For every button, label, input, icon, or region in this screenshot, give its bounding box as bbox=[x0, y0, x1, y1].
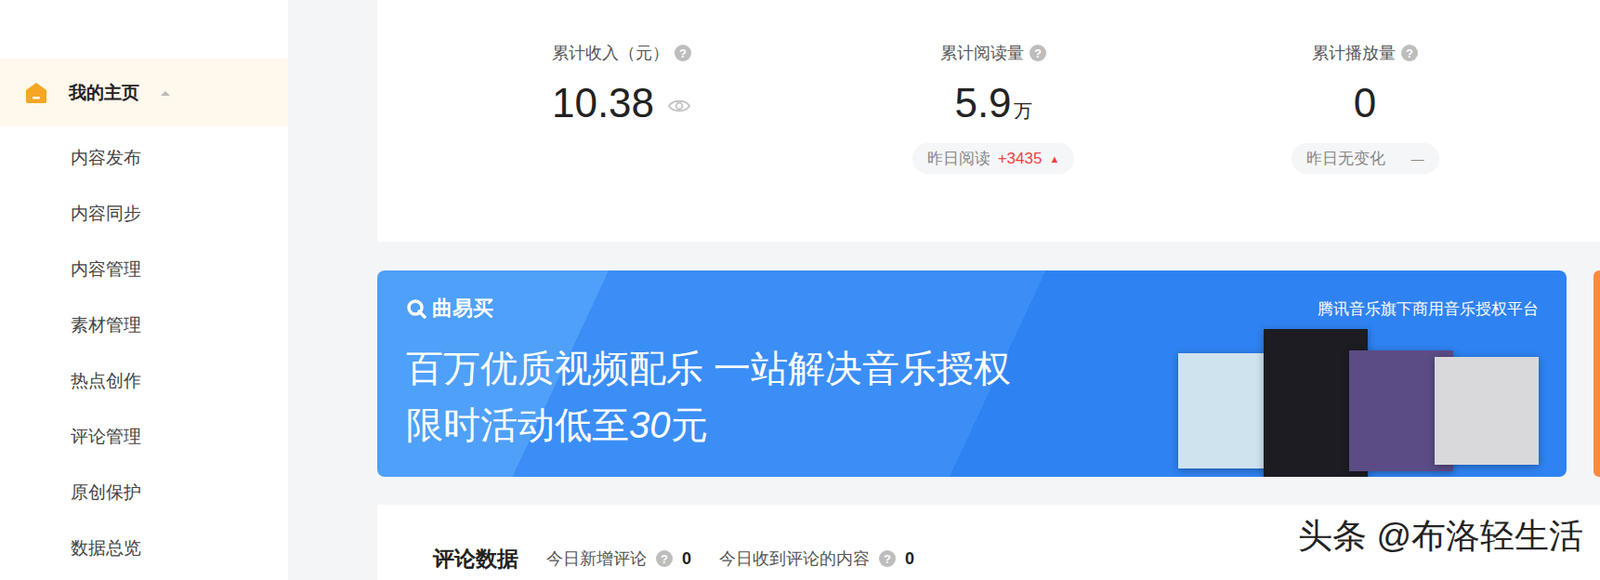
comment-title: 评论数据 bbox=[432, 544, 519, 574]
sidebar-item[interactable]: 内容同步 bbox=[0, 185, 289, 242]
sidebar-item[interactable]: 热点创作 bbox=[0, 353, 289, 409]
stat-value: 10.38 bbox=[551, 79, 692, 132]
banner-headline: 百万优质视频配乐 一站解决音乐授权 bbox=[406, 342, 1011, 394]
sidebar-item[interactable]: 内容管理 bbox=[0, 241, 289, 298]
promo-banner[interactable]: 曲易买百万优质视频配乐 一站解决音乐授权限时活动低至30元 腾讯音乐旗下商用音乐授… bbox=[377, 270, 1567, 477]
help-icon[interactable]: ? bbox=[878, 550, 896, 567]
help-icon[interactable]: ? bbox=[655, 550, 673, 567]
stats-card: 累计收入（元）? 10.38 累计阅读量? 5.9万昨日阅读+3435▲ 累计播放量? 0… bbox=[377, 0, 1600, 242]
home-icon bbox=[24, 80, 49, 105]
stat-badge: 昨日无变化— bbox=[1291, 143, 1440, 174]
help-icon[interactable]: ? bbox=[1401, 44, 1418, 62]
sidebar-label: 评论管理 bbox=[70, 424, 142, 449]
stat-value: 0 bbox=[1353, 79, 1377, 132]
brand-logo: 曲易买 bbox=[406, 294, 1011, 323]
watermark: 头条 @布洛轻生活 bbox=[1298, 512, 1584, 560]
comment-metric: 今日收到评论的内容?0 bbox=[719, 547, 915, 570]
sidebar-item[interactable]: 我的主页 bbox=[0, 58, 289, 127]
sidebar-label: 内容管理 bbox=[70, 257, 142, 282]
sidebar-item[interactable]: 数据总览 bbox=[0, 520, 289, 577]
sidebar-label: 原创保护 bbox=[70, 480, 142, 505]
stat-label: 累计播放量? bbox=[1311, 40, 1418, 66]
stat: 累计收入（元）? 10.38 bbox=[435, 40, 808, 242]
sidebar-item[interactable]: 素材管理 bbox=[0, 297, 289, 354]
comment-metric: 今日新增评论?0 bbox=[546, 547, 692, 570]
dashboard: 我的主页内容发布内容同步内容管理素材管理热点创作评论管理原创保护数据总览累计收入… bbox=[0, 0, 1600, 580]
banner-subline: 限时活动低至30元 bbox=[406, 399, 1011, 451]
album-cover bbox=[1434, 356, 1539, 465]
sidebar-label: 我的主页 bbox=[68, 80, 140, 105]
sidebar-item[interactable]: 内容发布 bbox=[0, 130, 289, 186]
stat-badge: 昨日阅读+3435▲ bbox=[912, 143, 1076, 174]
sidebar: 我的主页内容发布内容同步内容管理素材管理热点创作评论管理原创保护数据总览 bbox=[0, 0, 289, 580]
stat: 累计播放量? 0 昨日无变化— bbox=[1179, 40, 1551, 242]
sidebar-label: 内容同步 bbox=[70, 201, 142, 226]
sidebar-label: 热点创作 bbox=[70, 368, 142, 394]
sidebar-label: 数据总览 bbox=[70, 536, 142, 561]
help-icon[interactable]: ? bbox=[1029, 44, 1047, 62]
sidebar-label: 内容发布 bbox=[70, 145, 142, 171]
stat-label: 累计收入（元）? bbox=[551, 40, 692, 66]
banner-row: 曲易买百万优质视频配乐 一站解决音乐授权限时活动低至30元 腾讯音乐旗下商用音乐授… bbox=[377, 270, 1600, 477]
sidebar-item[interactable]: 原创保护 bbox=[0, 464, 289, 521]
stat-label: 累计阅读量? bbox=[940, 40, 1047, 66]
next-card-edge bbox=[1593, 270, 1600, 477]
help-icon[interactable]: ? bbox=[674, 44, 692, 62]
sidebar-label: 素材管理 bbox=[70, 313, 142, 338]
banner-tagline: 腾讯音乐旗下商用音乐授权平台 bbox=[1317, 298, 1539, 320]
caret-icon bbox=[159, 89, 171, 97]
album-covers bbox=[1196, 328, 1539, 477]
stat-value: 5.9万 bbox=[954, 79, 1032, 132]
eye-icon[interactable] bbox=[667, 97, 692, 115]
sidebar-item[interactable]: 评论管理 bbox=[0, 408, 289, 465]
stat: 累计阅读量? 5.9万昨日阅读+3435▲ bbox=[807, 40, 1180, 242]
main-area: 累计收入（元）? 10.38 累计阅读量? 5.9万昨日阅读+3435▲ 累计播放量? 0… bbox=[288, 0, 1600, 580]
brand-icon bbox=[406, 298, 427, 319]
